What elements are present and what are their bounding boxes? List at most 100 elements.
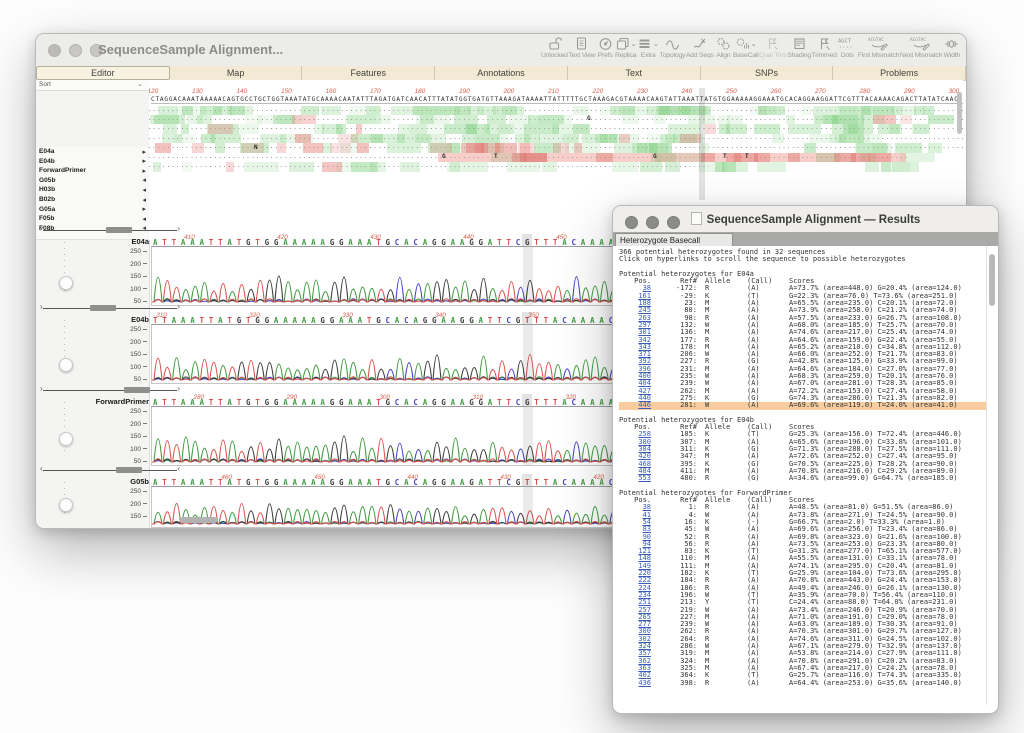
results-scrollbar-thumb[interactable] bbox=[989, 254, 995, 306]
first-mismatch-icon: ACGTAC bbox=[868, 36, 890, 51]
traffic-lights bbox=[48, 44, 103, 57]
close-button[interactable] bbox=[48, 44, 61, 57]
zoom-slider-knob[interactable] bbox=[59, 432, 73, 446]
horizontal-scrollbar[interactable] bbox=[180, 517, 218, 523]
pan-slider-E04b[interactable]: ›› bbox=[40, 304, 180, 312]
toolbar-extra-button[interactable]: ⌄Extra bbox=[637, 36, 659, 59]
minimize-button[interactable] bbox=[69, 44, 82, 57]
ruler-tick: 130 bbox=[192, 88, 203, 95]
tab-features[interactable]: Features bbox=[302, 66, 435, 80]
dots-icon: AGCT···· bbox=[837, 36, 857, 51]
pan-slider-handle[interactable] bbox=[116, 467, 142, 473]
chevron-down-icon: ⌄ bbox=[653, 40, 659, 48]
mismatch-letter: T bbox=[494, 153, 498, 160]
pan-slider-handle[interactable] bbox=[90, 305, 116, 311]
overview-row-G05b bbox=[149, 143, 963, 153]
position-link[interactable]: 553 bbox=[638, 474, 651, 482]
toolbar-shading-button[interactable]: Shading bbox=[787, 36, 811, 59]
results-window: SequenceSample Alignment — Results Heter… bbox=[612, 205, 999, 714]
next-mismatch-icon: ACGTAC bbox=[910, 36, 932, 51]
mismatch-letter: N bbox=[254, 144, 258, 151]
unlock-icon bbox=[547, 36, 562, 51]
overview-vertical-scrollbar[interactable] bbox=[957, 92, 962, 134]
toolbar-basecall-button[interactable]: ⌄BaseCall bbox=[733, 36, 759, 59]
tab-map[interactable]: Map bbox=[170, 66, 303, 80]
ruler-tick: 280 bbox=[859, 88, 870, 95]
position-link[interactable]: 446 bbox=[638, 401, 651, 409]
ruler-tick: 160 bbox=[325, 88, 336, 95]
results-scrollbar[interactable] bbox=[986, 246, 996, 705]
reverse-arrow-icon: ◂ bbox=[142, 176, 146, 184]
trimmed-icon bbox=[817, 36, 832, 51]
pan-slider-handle[interactable] bbox=[106, 227, 132, 233]
pan-slider-ForwardPrimer[interactable]: ›› bbox=[40, 386, 180, 394]
results-tabbar: Heterozygote Basecall bbox=[613, 232, 998, 246]
toolbar-trimmed-button[interactable]: Trimmed bbox=[812, 36, 837, 59]
position-link[interactable]: 436 bbox=[638, 679, 651, 687]
toolbar-first-mismatch-button[interactable]: ACGTACFirst Mismatch bbox=[858, 36, 899, 59]
ruler-tick: 220 bbox=[592, 88, 603, 95]
ruler-tick: 120 bbox=[149, 88, 158, 95]
y-axis-tick: 250 bbox=[123, 248, 147, 255]
chevron-down-icon: ⌄ bbox=[137, 80, 143, 88]
reverse-arrow-icon: ◂ bbox=[142, 196, 146, 204]
chevron-down-icon: ⌄ bbox=[751, 40, 757, 48]
y-axis-tick: 100 bbox=[123, 364, 147, 371]
sort-dropdown[interactable]: Sort ⌄ bbox=[36, 80, 149, 91]
y-axis-tick: 250 bbox=[123, 408, 147, 415]
zoom-slider-knob[interactable] bbox=[59, 358, 73, 372]
toolbar-add-seqs-button[interactable]: Add Seqs bbox=[686, 36, 714, 59]
toolbar-prefs-button[interactable]: Prefs bbox=[596, 36, 614, 59]
results-body: 366 potential heterozygotes found in 32 … bbox=[613, 246, 986, 705]
toolbar-next-mismatch-button[interactable]: ACGTACNext Mismatch bbox=[900, 36, 942, 59]
y-axis-tick: 150 bbox=[123, 273, 147, 280]
toolbar-width-button[interactable]: Width bbox=[943, 36, 961, 59]
results-titlebar[interactable]: SequenceSample Alignment — Results bbox=[613, 206, 998, 233]
y-axis-tick: 150 bbox=[123, 513, 147, 520]
mismatch-letter: T bbox=[723, 153, 727, 160]
pan-slider-G05b[interactable]: ‹‹ bbox=[40, 466, 180, 474]
tab-annotations[interactable]: Annotations bbox=[435, 66, 568, 80]
ruler-tick: 270 bbox=[815, 88, 826, 95]
zoom-slider-E04b[interactable] bbox=[61, 316, 69, 378]
reverse-arrow-icon: ◂ bbox=[142, 186, 146, 194]
zoom-slider-knob[interactable] bbox=[59, 498, 73, 512]
y-axis-tick: 200 bbox=[123, 501, 147, 508]
tab-snps[interactable]: SNPs bbox=[701, 66, 834, 80]
toolbar-unlocked-button[interactable]: Unlocked bbox=[541, 36, 568, 59]
y-axis-tick: 250 bbox=[123, 488, 147, 495]
trace-label-G05b: G05b bbox=[41, 477, 149, 486]
reference-sequence: CTAGGACAAATAAAAACAGTGCCTGCTGGTAAATATGCAA… bbox=[151, 96, 963, 104]
pan-slider-E04a[interactable]: ›› bbox=[40, 226, 180, 234]
ruler-tick: 290 bbox=[904, 88, 915, 95]
toolbar-topology-button[interactable]: Topology bbox=[660, 36, 686, 59]
tab-editor[interactable]: Editor bbox=[36, 66, 170, 80]
svg-text:····: ···· bbox=[839, 44, 853, 51]
shading-icon bbox=[792, 36, 807, 51]
gauge-icon bbox=[598, 36, 613, 51]
svg-text:ACGTAC: ACGTAC bbox=[910, 37, 926, 43]
tab-text[interactable]: Text bbox=[568, 66, 701, 80]
trace-label-E04a: E04a bbox=[41, 237, 149, 246]
desktop: SequenceSample Alignment... UnlockedText… bbox=[0, 0, 1024, 733]
y-axis-tick: 200 bbox=[123, 339, 147, 346]
toolbar-dots-button[interactable]: AGCT····Dots bbox=[837, 36, 857, 59]
mismatch-letter: T bbox=[745, 153, 749, 160]
tab-problems[interactable]: Problems bbox=[833, 66, 966, 80]
toolbar-text-view-button[interactable]: Text View bbox=[568, 36, 595, 59]
toolbar-qual-trim-button[interactable]: Qual Trim bbox=[759, 36, 787, 59]
toolbar-replica-button[interactable]: ⌄Replica bbox=[615, 36, 637, 59]
main-titlebar[interactable]: SequenceSample Alignment... UnlockedText… bbox=[36, 34, 966, 67]
zoom-slider-E04a[interactable] bbox=[61, 238, 69, 300]
y-axis-tick: 50 bbox=[123, 458, 147, 465]
ruler-tick: 150 bbox=[281, 88, 292, 95]
zoom-slider-ForwardPrimer[interactable] bbox=[61, 398, 69, 460]
y-axis-tick: 200 bbox=[123, 421, 147, 428]
basecall-icon: ⌄ bbox=[735, 36, 757, 51]
pan-slider-handle[interactable] bbox=[124, 387, 150, 393]
window-title: SequenceSample Alignment... bbox=[98, 42, 283, 57]
zoom-slider-knob[interactable] bbox=[59, 276, 73, 290]
tab-heterozygote-basecall[interactable]: Heterozygote Basecall bbox=[615, 233, 733, 246]
overview-row-H03b bbox=[149, 153, 909, 163]
toolbar-align-button[interactable]: Align bbox=[714, 36, 732, 59]
